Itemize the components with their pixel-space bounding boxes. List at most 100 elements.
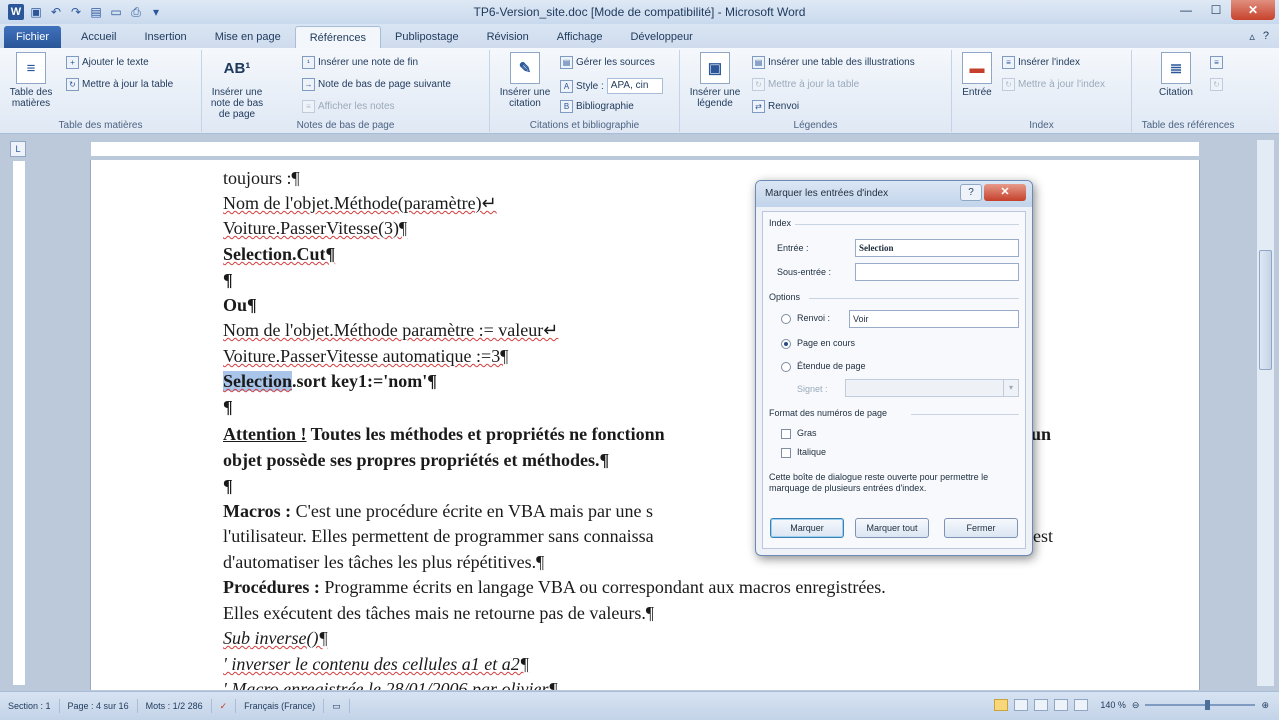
vertical-ruler[interactable] bbox=[12, 160, 26, 686]
bold-checkbox[interactable] bbox=[781, 429, 791, 439]
radio-current-page[interactable] bbox=[781, 339, 791, 349]
tab-fichier[interactable]: Fichier bbox=[4, 26, 62, 48]
save-icon[interactable]: ▣ bbox=[28, 4, 44, 20]
bookmark-select[interactable] bbox=[845, 379, 1019, 397]
tab-selector[interactable]: L bbox=[10, 141, 26, 157]
print-layout-view-icon[interactable] bbox=[994, 699, 1009, 711]
status-words[interactable]: Mots : 1/2 286 bbox=[138, 699, 212, 713]
insert-index-button[interactable]: ≡ Insérer l'index bbox=[1002, 56, 1080, 69]
table-of-figures-icon: ▤ bbox=[752, 56, 765, 69]
redo-icon[interactable]: ↷ bbox=[68, 4, 84, 20]
dialog-close-button[interactable]: ✕ bbox=[984, 184, 1026, 201]
mark-citation-button[interactable]: ≣ Citation bbox=[1146, 52, 1206, 98]
status-page[interactable]: Page : 4 sur 16 bbox=[60, 699, 138, 713]
doc-line: Sub inverse()¶ bbox=[223, 628, 328, 648]
insert-endnote-button[interactable]: ¹ Insérer une note de fin bbox=[302, 56, 418, 69]
cross-reference-button[interactable]: ⇄ Renvoi bbox=[752, 100, 799, 113]
insert-toa-button[interactable]: ≡ bbox=[1210, 56, 1223, 69]
radio-page-range[interactable] bbox=[781, 362, 791, 372]
status-section[interactable]: Section : 1 bbox=[0, 699, 60, 713]
bibliography-button[interactable]: B Bibliographie bbox=[560, 100, 634, 113]
dialog-help-button[interactable]: ? bbox=[960, 184, 982, 201]
tab-developpeur[interactable]: Développeur bbox=[616, 26, 706, 48]
scrollbar-thumb[interactable] bbox=[1259, 250, 1272, 370]
bibliography-icon: B bbox=[560, 100, 573, 113]
manage-sources-button[interactable]: ▤ Gérer les sources bbox=[560, 56, 655, 69]
document-page[interactable]: toujours :¶ Nom de l'objet.Méthode(param… bbox=[90, 160, 1200, 690]
customize-qat-icon[interactable]: ▾ bbox=[148, 4, 164, 20]
full-screen-reading-icon[interactable] bbox=[1014, 699, 1029, 711]
macro-record-icon[interactable]: ▭ bbox=[324, 699, 350, 713]
vertical-scrollbar[interactable] bbox=[1256, 140, 1274, 686]
show-notes-button[interactable]: ≡ Afficher les notes bbox=[302, 100, 395, 113]
entry-input[interactable]: Selection bbox=[855, 239, 1019, 257]
minimize-ribbon-icon[interactable]: ▵ bbox=[1249, 30, 1255, 43]
update-figures-table-button[interactable]: ↻ Mettre à jour la table bbox=[752, 78, 859, 91]
next-footnote-button[interactable]: → Note de bas de page suivante bbox=[302, 78, 451, 91]
insert-table-of-figures-button[interactable]: ▤ Insérer une table des illustrations bbox=[752, 56, 915, 69]
update-toa-button[interactable]: ↻ bbox=[1210, 78, 1223, 91]
endnote-icon: ¹ bbox=[302, 56, 315, 69]
close-window-button[interactable]: ✕ bbox=[1231, 0, 1275, 20]
tab-insertion[interactable]: Insertion bbox=[130, 26, 200, 48]
insert-caption-button[interactable]: ▣ Insérer une légende bbox=[684, 52, 746, 109]
maximize-button[interactable]: ☐ bbox=[1201, 0, 1231, 20]
group-table-des-matieres: ≡ Table des matières + Ajouter le texte ↻… bbox=[0, 50, 202, 132]
section-index: Index bbox=[769, 218, 792, 228]
mark-entry-button[interactable]: ▬ Entrée bbox=[956, 52, 998, 98]
italic-label: Italique bbox=[797, 447, 827, 457]
add-text-button[interactable]: + Ajouter le texte bbox=[66, 56, 149, 69]
tab-publipostage[interactable]: Publipostage bbox=[381, 26, 473, 48]
update-index-button[interactable]: ↻ Mettre à jour l'index bbox=[1002, 78, 1105, 91]
doc-line: Voiture.PasserVitesse(3)¶ bbox=[223, 218, 408, 238]
help-icon[interactable]: ? bbox=[1263, 30, 1269, 43]
tab-references[interactable]: Références bbox=[294, 26, 381, 48]
italic-checkbox[interactable] bbox=[781, 448, 791, 458]
dialog-title-bar[interactable]: Marquer les entrées d'index ? ✕ bbox=[756, 181, 1032, 207]
doc-line: Macros : C'est une procédure écrite en V… bbox=[223, 501, 653, 521]
spellcheck-icon[interactable]: ✓ bbox=[212, 699, 237, 713]
open-folder-icon[interactable]: ▭ bbox=[108, 4, 124, 20]
style-combo[interactable]: APA, cin bbox=[606, 78, 663, 94]
insert-citation-button[interactable]: ✎ Insérer une citation bbox=[494, 52, 556, 109]
update-table-button[interactable]: ↻ Mettre à jour la table bbox=[66, 78, 173, 91]
section-options: Options bbox=[769, 292, 801, 302]
doc-line: d'automatiser les tâches les plus répéti… bbox=[223, 552, 545, 572]
group-legendes: ▣ Insérer une légende ▤ Insérer une table… bbox=[680, 50, 952, 132]
word-logo-icon[interactable]: W bbox=[8, 4, 24, 20]
web-layout-icon[interactable] bbox=[1034, 699, 1049, 711]
doc-line: ¶ bbox=[223, 397, 233, 417]
style-selector[interactable]: A Style : APA, cin bbox=[560, 78, 663, 94]
tab-revision[interactable]: Révision bbox=[473, 26, 543, 48]
mark-citation-icon: ≣ bbox=[1161, 52, 1191, 84]
selected-text[interactable]: Selection bbox=[223, 371, 292, 391]
tab-affichage[interactable]: Affichage bbox=[543, 26, 617, 48]
refresh-icon: ↻ bbox=[1210, 78, 1223, 91]
crossref-input[interactable]: Voir bbox=[849, 310, 1019, 328]
new-document-icon[interactable]: ▤ bbox=[88, 4, 104, 20]
radio-crossref[interactable] bbox=[781, 314, 791, 324]
minimize-button[interactable]: — bbox=[1171, 0, 1201, 20]
outline-view-icon[interactable] bbox=[1054, 699, 1069, 711]
tab-mise-en-page[interactable]: Mise en page bbox=[201, 26, 295, 48]
status-language[interactable]: Français (France) bbox=[236, 699, 325, 713]
zoom-level[interactable]: 140 % bbox=[1100, 700, 1126, 710]
horizontal-ruler[interactable] bbox=[90, 141, 1200, 157]
insert-footnote-button[interactable]: AB¹ Insérer une note de bas de page bbox=[206, 52, 268, 121]
draft-view-icon[interactable] bbox=[1074, 699, 1089, 711]
zoom-out-icon[interactable]: ⊖ bbox=[1132, 700, 1140, 711]
close-dialog-button[interactable]: Fermer bbox=[944, 518, 1018, 538]
print-icon[interactable]: ⎙ bbox=[128, 4, 144, 20]
page-range-label: Étendue de page bbox=[797, 361, 866, 371]
mark-button[interactable]: Marquer bbox=[770, 518, 844, 538]
current-page-label: Page en cours bbox=[797, 338, 856, 348]
zoom-in-icon[interactable]: ⊕ bbox=[1261, 700, 1269, 711]
table-of-contents-button[interactable]: ≡ Table des matières bbox=[6, 52, 56, 109]
tab-accueil[interactable]: Accueil bbox=[67, 26, 130, 48]
undo-icon[interactable]: ↶ bbox=[48, 4, 64, 20]
chevron-down-icon[interactable]: ▾ bbox=[1003, 380, 1018, 396]
doc-line: un bbox=[1031, 424, 1052, 444]
zoom-slider[interactable] bbox=[1145, 700, 1256, 710]
subentry-input[interactable] bbox=[855, 263, 1019, 281]
mark-all-button[interactable]: Marquer tout bbox=[855, 518, 929, 538]
